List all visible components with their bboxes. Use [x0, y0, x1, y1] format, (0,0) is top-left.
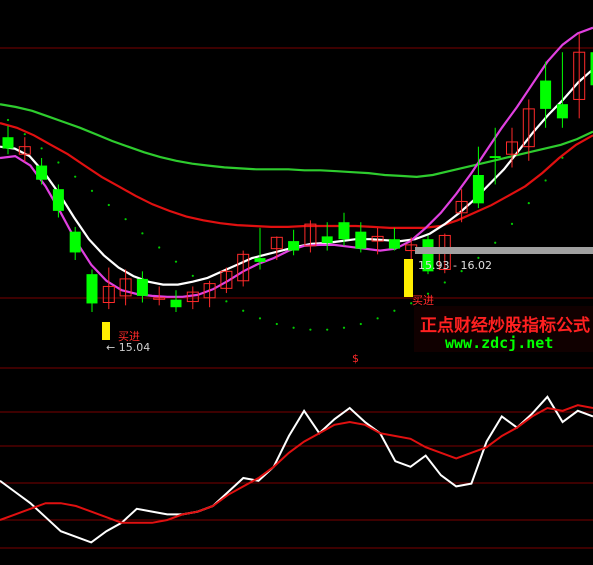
indicator-dot [158, 246, 161, 249]
indicator-dot [107, 203, 110, 207]
indicator-dot [376, 317, 379, 320]
stock-chart: ← 15.04 买进 15.93 - 16.02 买进 $ 正点财经炒股指标公式… [0, 0, 593, 565]
indicator-dot [527, 202, 530, 205]
indicator-dot [40, 147, 43, 150]
indicator-dot [393, 309, 396, 312]
indicator-dot [141, 232, 144, 235]
indicator-dot [124, 218, 127, 221]
indicator-dot [225, 300, 228, 303]
candle-body-down [170, 299, 182, 308]
indicator-dot [90, 189, 94, 192]
indicator-dot [174, 260, 178, 263]
indicator-dot [326, 328, 329, 331]
indicator-dot [309, 328, 312, 331]
indicator-dot [544, 179, 547, 182]
candle-body-down [69, 231, 81, 253]
indicator-dot [443, 281, 446, 284]
candle-body-down [321, 236, 333, 243]
candle-body-down [388, 239, 400, 249]
candle-body-down [540, 80, 552, 109]
watermark-url: www.zdcj.net [445, 334, 553, 352]
indicator-dot [242, 309, 245, 312]
candle-body-down [556, 104, 568, 119]
indicator-dot [258, 317, 262, 320]
indicator-dot [23, 133, 26, 136]
indicator-dot [292, 326, 295, 329]
indicator-dot [342, 326, 346, 329]
candle-body-down [86, 274, 98, 304]
candle-body-down [338, 222, 350, 240]
candle-body-down [472, 175, 484, 204]
watermark-cn: 正点财经炒股指标公式 [420, 315, 590, 336]
indicator-dot [6, 118, 10, 122]
candle-body-down [254, 258, 266, 262]
indicator-dot [510, 222, 514, 225]
buy-signal-label: 买进 [412, 294, 434, 307]
indicator-dot [275, 322, 278, 326]
divider-mark: $ [352, 352, 359, 365]
candle-body-down [355, 231, 367, 249]
candle-body-down [489, 156, 501, 158]
buy-label-low: 买进 [118, 330, 140, 343]
candle-body-down [288, 241, 300, 251]
price-level-bar [415, 247, 593, 254]
candle-body-down [2, 137, 14, 149]
watermark: 正点财经炒股指标公式 www.zdcj.net [414, 306, 593, 352]
candle-body-down [36, 165, 48, 180]
signal-bar-high [404, 259, 413, 297]
candle-body-down [52, 189, 64, 211]
indicator-dot [57, 161, 60, 164]
price-range-label: 15.93 - 16.02 [418, 259, 492, 272]
candle-body-down [136, 278, 148, 296]
indicator-dot [191, 274, 194, 277]
signal-bar-low [102, 322, 110, 340]
indicator-dot [359, 322, 362, 326]
indicator-dot [494, 241, 497, 244]
indicator-dot [74, 175, 77, 178]
